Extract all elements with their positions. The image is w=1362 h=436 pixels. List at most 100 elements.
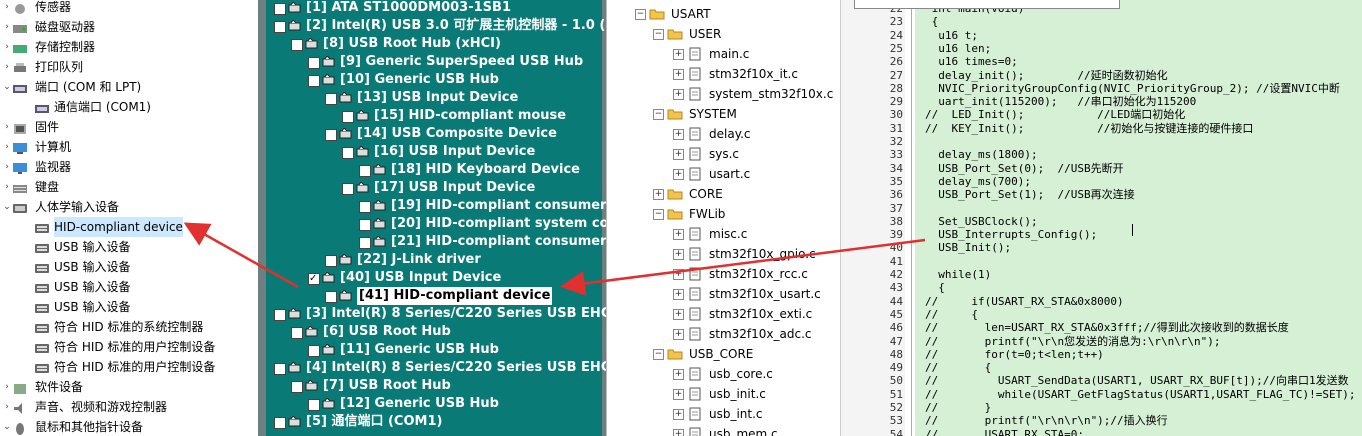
folder-icon [649,7,665,21]
chevron-right-icon[interactable]: › [2,377,12,397]
checkbox[interactable] [325,291,337,303]
expand-toggle-icon[interactable]: − [653,109,664,120]
code-text: delay_ms(700); [925,174,1031,188]
checkbox[interactable] [342,147,354,159]
usb-device-icon [356,109,370,122]
checkbox[interactable] [325,255,337,267]
usb-device-icon [339,91,353,104]
chevron-right-icon[interactable]: › [2,117,12,137]
expand-toggle-icon[interactable]: + [653,189,664,200]
code-text: delay_init(); //延时函数初始化 [925,68,1168,82]
checkbox[interactable] [308,399,320,411]
file-icon [687,227,703,241]
checkbox[interactable] [308,75,320,87]
folder-icon [667,187,683,201]
checkbox[interactable] [274,3,286,15]
device-tree-label: USB 输入设备 [54,260,131,274]
chevron-right-icon[interactable]: › [2,57,12,77]
checkbox[interactable] [342,111,354,123]
code-text: // if(USART_RX_STA&0x8000) [925,294,1124,308]
code-text: Set_USBClock(); [925,214,1038,228]
checkbox[interactable] [274,309,286,321]
checkbox[interactable] [359,237,371,249]
checkbox[interactable] [325,93,337,105]
checkbox[interactable] [308,345,320,357]
expand-toggle-icon[interactable]: − [635,9,646,20]
file-icon [687,307,703,321]
tree-node-icon[interactable]: + [673,289,684,300]
checkbox[interactable] [291,327,303,339]
checkbox[interactable] [274,21,286,33]
tree-node-icon[interactable]: + [673,429,684,436]
code-line: 29 uart_init(115200); //串口初始化为115200 [841,95,1362,108]
usb-tree-label: [9] Generic SuperSpeed USB Hub [340,54,584,69]
chevron-down-icon[interactable]: ⌄ [2,77,12,97]
checkbox[interactable] [308,57,320,69]
code-line: 43 { [841,281,1362,294]
line-number: 23 [889,15,903,29]
checkbox[interactable] [359,219,371,231]
firmware-icon [12,121,28,134]
tree-node-icon[interactable]: + [673,229,684,240]
line-number: 38 [889,214,903,228]
code-text: // USART_RX_STA=0; [925,427,1084,436]
chevron-right-icon[interactable]: › [2,397,12,417]
hid-device-icon [34,341,50,354]
checkbox[interactable] [291,381,303,393]
tree-node-icon[interactable]: + [673,389,684,400]
tree-node-icon[interactable]: + [673,409,684,420]
chevron-right-icon[interactable]: › [2,137,12,157]
tree-node-icon[interactable]: + [673,89,684,100]
expand-toggle-icon[interactable]: − [653,29,664,40]
code-line: 30 // LED_Init(); //LED端口初始化 [841,108,1362,121]
usb-tree-label: [10] Generic USB Hub [340,72,499,87]
chevron-right-icon[interactable]: › [2,0,12,17]
keyboard-icon [12,181,28,194]
chevron-down-icon[interactable]: ⌄ [2,197,12,217]
tree-node-icon[interactable]: + [673,49,684,60]
tree-node-icon[interactable]: + [673,309,684,320]
project-tree-panel: − USART − USER + main.c + stm32f10x_it.c + system… [606,0,841,436]
tree-node-icon[interactable]: + [673,329,684,340]
tree-node-icon[interactable]: + [673,249,684,260]
tooltip-popup [854,0,1120,9]
usb-device-icon [322,397,336,410]
expand-toggle-icon[interactable]: − [653,209,664,220]
chevron-right-icon[interactable]: › [2,17,12,37]
chevron-right-icon[interactable]: › [2,37,12,57]
chevron-right-icon[interactable]: › [2,157,12,177]
checkbox[interactable] [359,165,371,177]
usb-tree-label: [17] USB Input Device [374,180,536,195]
checkbox[interactable] [291,39,303,51]
device-tree-label: 键盘 [35,180,60,194]
checkbox[interactable] [274,417,286,429]
code-text: // while(USART_GetFlagStatus(USART1,USAR… [925,387,1356,401]
project-tree-label: stm32f10x_it.c [709,67,798,81]
code-text: USB_Port_Set(0); //USB先断开 [925,161,1124,175]
tree-node-icon[interactable]: + [673,69,684,80]
code-line: 27 delay_init(); //延时函数初始化 [841,69,1362,82]
checkbox[interactable] [274,363,286,375]
code-text: // KEY_Init(); //初始化与按键连接的硬件接口 [925,121,1254,135]
tree-node-icon[interactable]: + [673,369,684,380]
line-number: 52 [889,401,903,414]
tree-node-icon[interactable]: + [673,169,684,180]
line-number: 33 [889,148,903,162]
expand-toggle-icon[interactable]: − [653,349,664,360]
project-tree-label: SYSTEM [689,107,737,121]
code-line: 32 [841,135,1362,148]
line-number: 45 [889,307,903,321]
tree-node-icon[interactable]: + [673,129,684,140]
project-tree-label: delay.c [709,127,751,141]
tree-node-icon[interactable]: + [673,269,684,280]
code-text: // USART_SendData(USART1, USART_RX_BUF[t… [925,374,1349,388]
line-number: 32 [889,135,903,148]
chevron-down-icon[interactable]: ⌄ [2,417,12,436]
line-number: 40 [889,241,903,255]
tree-node-icon[interactable]: + [673,149,684,160]
checkbox[interactable] [308,270,320,288]
checkbox[interactable] [342,183,354,195]
checkbox[interactable] [325,129,337,141]
chevron-right-icon[interactable]: › [2,177,12,197]
checkbox[interactable] [359,201,371,213]
